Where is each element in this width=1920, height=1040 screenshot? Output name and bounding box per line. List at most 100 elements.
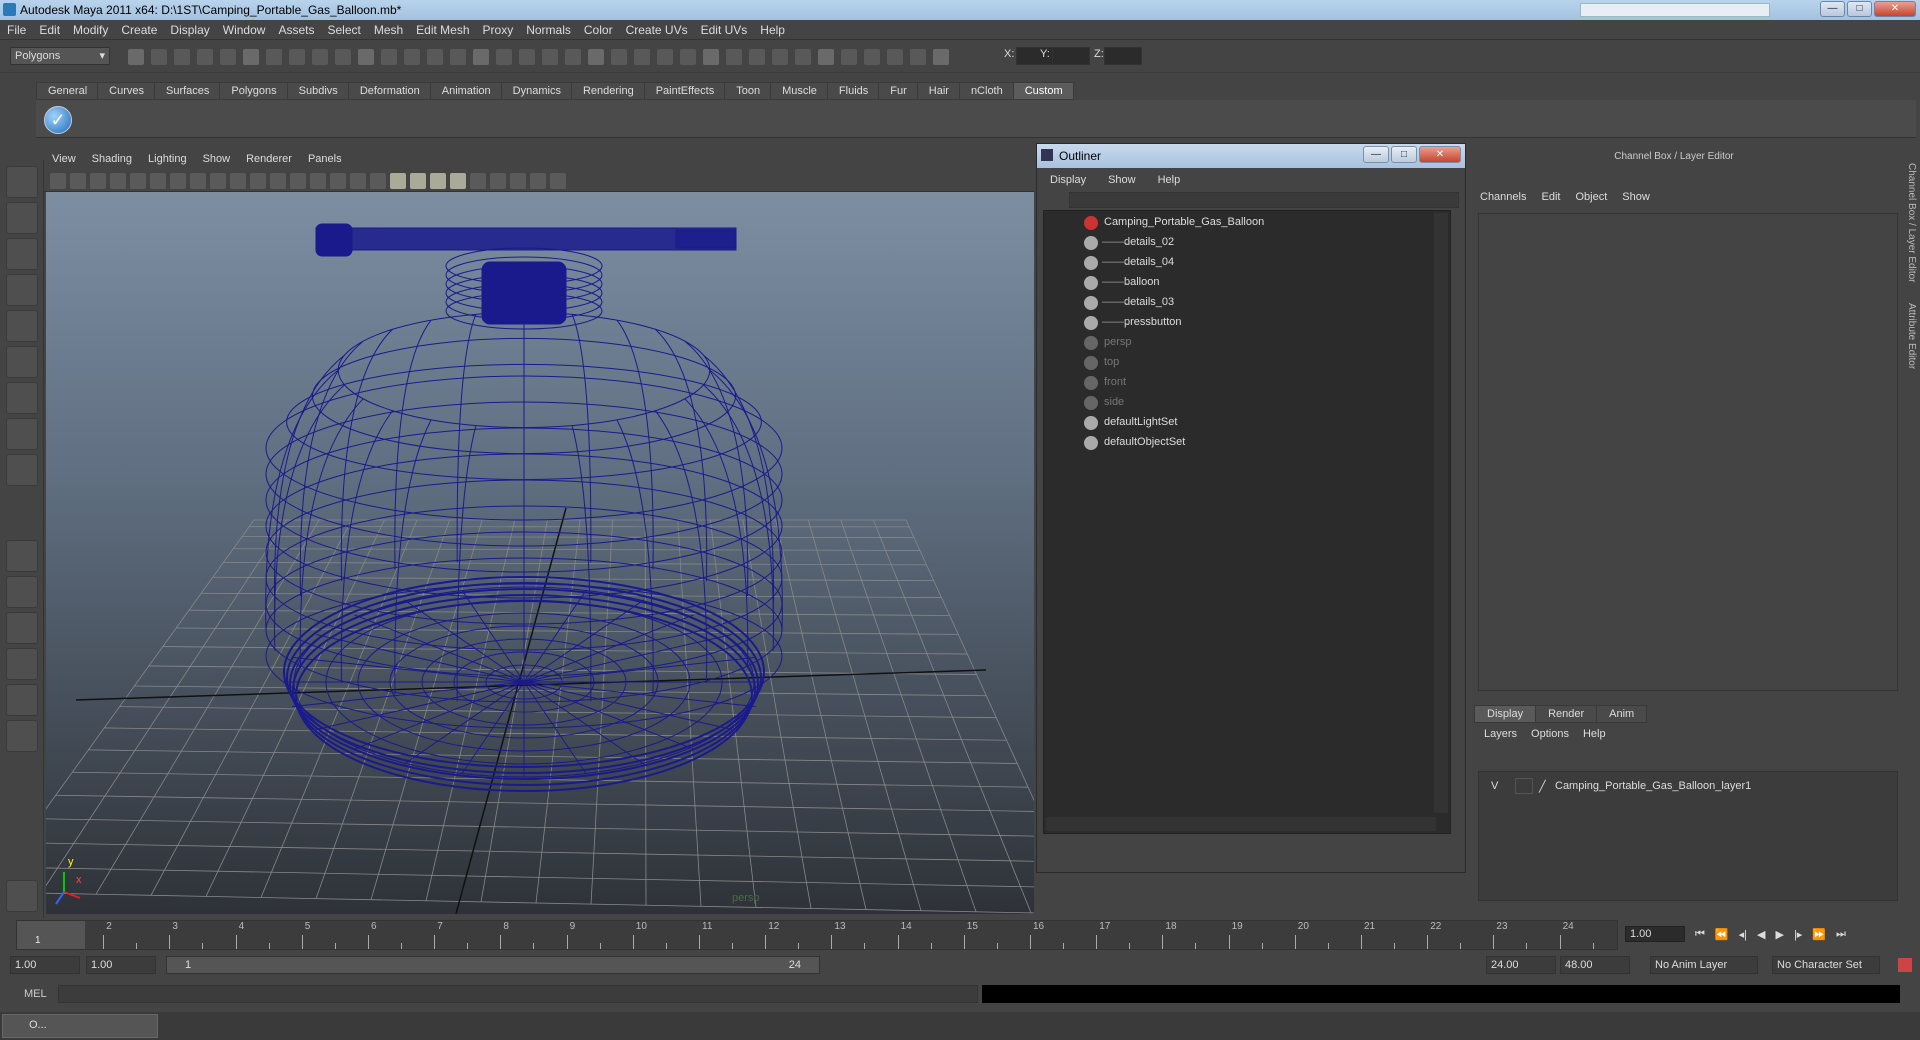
status-tool-icon[interactable] [473, 49, 489, 65]
viewport-tool-icon[interactable] [410, 173, 426, 189]
shelf-tab-muscle[interactable]: Muscle [770, 82, 828, 100]
help-search-input[interactable] [1580, 3, 1770, 17]
outliner-menu-show[interactable]: Show [1095, 172, 1145, 186]
mel-label[interactable]: MEL [24, 988, 47, 1000]
viewport-tool-icon[interactable] [350, 173, 366, 189]
status-tool-icon[interactable] [197, 49, 213, 65]
outliner-item[interactable]: pressbutton ——○ [1044, 313, 1434, 333]
viewport-menu-panels[interactable]: Panels [300, 150, 350, 165]
status-tool-icon[interactable] [933, 49, 949, 65]
viewport-tool-icon[interactable] [530, 173, 546, 189]
status-tool-icon[interactable] [335, 49, 351, 65]
layer-row[interactable]: V ╱ Camping_Portable_Gas_Balloon_layer1 [1485, 778, 1893, 796]
status-tool-icon[interactable] [519, 49, 535, 65]
status-tool-icon[interactable] [220, 49, 236, 65]
viewport-menu-renderer[interactable]: Renderer [238, 150, 300, 165]
status-tool-icon[interactable] [680, 49, 696, 65]
layer-tab-anim[interactable]: Anim [1596, 705, 1648, 723]
status-tool-icon[interactable] [910, 49, 926, 65]
maximize-button[interactable]: □ [1847, 1, 1872, 17]
status-tool-icon[interactable] [772, 49, 788, 65]
menu-assets[interactable]: Assets [271, 20, 320, 37]
show-manipulator-icon[interactable] [6, 454, 38, 486]
status-tool-icon[interactable] [266, 49, 282, 65]
step-back-frame-icon[interactable]: ◂| [1739, 928, 1747, 941]
step-back-key-icon[interactable]: ⏪ [1715, 928, 1729, 941]
menu-display[interactable]: Display [163, 20, 215, 37]
playback-start-input[interactable]: 1.00 [86, 956, 156, 974]
menu-normals[interactable]: Normals [519, 20, 577, 37]
close-button[interactable]: ✕ [1874, 1, 1916, 17]
outliner-item[interactable]: details_04 ——○ [1044, 253, 1434, 273]
status-tool-icon[interactable] [174, 49, 190, 65]
viewport-tool-icon[interactable] [130, 173, 146, 189]
layer-menu-layers[interactable]: Layers [1484, 728, 1531, 740]
viewport-tool-icon[interactable] [510, 173, 526, 189]
outliner-item[interactable]: front [1044, 373, 1434, 393]
viewport-tool-icon[interactable] [150, 173, 166, 189]
select-tool-icon[interactable] [6, 166, 38, 198]
shelf-tab-hair[interactable]: Hair [916, 82, 960, 100]
status-tool-icon[interactable] [358, 49, 374, 65]
viewport-tool-icon[interactable] [550, 173, 566, 189]
outliner-item[interactable]: Camping_Portable_Gas_Balloon [1044, 213, 1434, 233]
move-tool-icon[interactable] [6, 274, 38, 306]
status-tool-icon[interactable] [864, 49, 880, 65]
step-forward-key-icon[interactable]: ⏩ [1812, 928, 1826, 941]
character-set-select[interactable]: No Character Set [1772, 956, 1880, 974]
menu-create[interactable]: Create [114, 20, 163, 37]
playback-end-input[interactable]: 24.00 [1486, 956, 1556, 974]
status-tool-icon[interactable] [128, 49, 144, 65]
outliner-maximize-button[interactable]: □ [1391, 146, 1417, 163]
status-tool-icon[interactable] [703, 49, 719, 65]
shelf-tab-painteffects[interactable]: PaintEffects [643, 82, 726, 100]
range-bar[interactable]: 1 24 [166, 956, 820, 974]
menu-set-select[interactable]: Polygons [10, 47, 110, 65]
status-tool-icon[interactable] [657, 49, 673, 65]
outliner-item[interactable]: details_03 ——○ [1044, 293, 1434, 313]
outliner-item[interactable]: defaultObjectSet [1044, 433, 1434, 453]
viewport-tool-icon[interactable] [490, 173, 506, 189]
animation-end-input[interactable]: 48.00 [1560, 956, 1630, 974]
menu-mesh[interactable]: Mesh [367, 20, 409, 37]
viewport-tool-icon[interactable] [110, 173, 126, 189]
script-editor-icon[interactable] [6, 880, 38, 912]
step-forward-frame-icon[interactable]: |▸ [1794, 928, 1802, 941]
status-tool-icon[interactable] [611, 49, 627, 65]
viewport-tool-icon[interactable] [270, 173, 286, 189]
menu-select[interactable]: Select [320, 20, 366, 37]
single-perspective-layout-icon[interactable] [6, 540, 38, 572]
status-tool-icon[interactable] [289, 49, 305, 65]
viewport-tool-icon[interactable] [70, 173, 86, 189]
status-tool-icon[interactable] [312, 49, 328, 65]
scale-tool-icon[interactable] [6, 346, 38, 378]
shelf-tab-animation[interactable]: Animation [429, 82, 502, 100]
menu-proxy[interactable]: Proxy [476, 20, 520, 37]
viewport-tool-icon[interactable] [250, 173, 266, 189]
shelf-tab-general[interactable]: General [36, 82, 99, 100]
status-tool-icon[interactable] [841, 49, 857, 65]
outliner-minimize-button[interactable]: — [1363, 146, 1389, 163]
shelf-tab-fluids[interactable]: Fluids [826, 82, 880, 100]
viewport-tool-icon[interactable] [470, 173, 486, 189]
viewport-menu-lighting[interactable]: Lighting [140, 150, 195, 165]
layer-menu-options[interactable]: Options [1531, 728, 1583, 740]
current-time-marker[interactable]: 1 [17, 921, 85, 949]
paint-select-tool-icon[interactable] [6, 238, 38, 270]
status-tool-icon[interactable] [749, 49, 765, 65]
outliner-titlebar[interactable]: Outliner — □ ✕ [1037, 144, 1465, 168]
z-input[interactable] [1104, 47, 1142, 65]
viewport-tool-icon[interactable] [210, 173, 226, 189]
status-tool-icon[interactable] [381, 49, 397, 65]
play-backwards-icon[interactable]: ◀ [1757, 928, 1765, 941]
shelf-tab-surfaces[interactable]: Surfaces [153, 82, 221, 100]
menu-edit-mesh[interactable]: Edit Mesh [409, 20, 475, 37]
viewport-tool-icon[interactable] [310, 173, 326, 189]
status-tool-icon[interactable] [450, 49, 466, 65]
layer-color-icon[interactable]: ╱ [1539, 780, 1546, 793]
minimize-button[interactable]: — [1820, 1, 1845, 17]
outliner-close-button[interactable]: ✕ [1419, 146, 1461, 163]
soft-mod-tool-icon[interactable] [6, 418, 38, 450]
shelf-tab-fur[interactable]: Fur [878, 82, 918, 100]
anim-layer-select[interactable]: No Anim Layer [1650, 956, 1758, 974]
